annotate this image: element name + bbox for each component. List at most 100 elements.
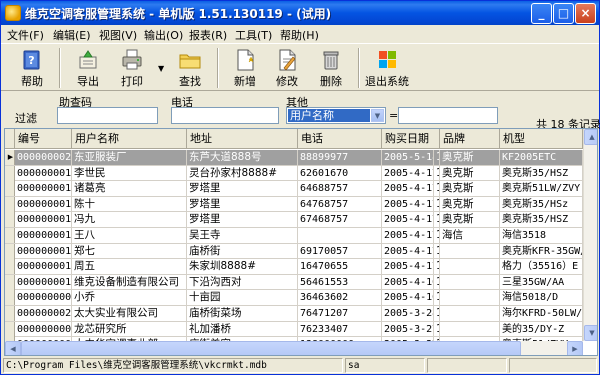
scroll-left-icon[interactable]: ◀ <box>5 341 21 355</box>
exit-button[interactable]: 退出系统 <box>361 46 413 90</box>
column-header-name[interactable]: 用户名称 <box>72 129 187 149</box>
cell-brand[interactable] <box>440 305 500 321</box>
row-indicator[interactable] <box>5 290 15 306</box>
cell-phone[interactable]: 64768757 <box>298 196 382 212</box>
cell-address[interactable]: 朱家圳8888# <box>187 259 298 275</box>
other-field-select[interactable]: 用户名称 ▼ <box>286 107 386 124</box>
edit-button[interactable]: 修改 <box>264 46 310 90</box>
cell-phone[interactable]: 76471207 <box>298 305 382 321</box>
cell-brand[interactable]: 奥克斯 <box>440 150 500 165</box>
cell-brand[interactable] <box>440 290 500 306</box>
column-header-phone[interactable]: 电话 <box>298 129 382 149</box>
maximize-button[interactable]: □ <box>553 3 574 24</box>
row-indicator[interactable] <box>5 274 15 290</box>
cell-date[interactable]: 2005-4-17 <box>382 243 434 259</box>
cell-id[interactable]: 0000000014 <box>15 243 72 259</box>
table-row[interactable]: 0000000014郑七庙桥街691700572005-4-171奥克斯KFR-… <box>5 243 583 260</box>
row-indicator[interactable] <box>5 181 15 197</box>
column-header-purchase-date[interactable]: 购买日期 <box>382 129 440 149</box>
cell-model[interactable]: 格力（35516）E <box>500 259 583 275</box>
cell-name[interactable]: 维克设备制造有限公司 <box>72 274 187 290</box>
cell-id[interactable]: 0000000022 <box>15 305 72 321</box>
cell-name[interactable]: 小乔 <box>72 290 187 306</box>
add-button[interactable]: 新增 <box>222 46 268 90</box>
current-row-pointer-icon[interactable]: ▶ <box>5 150 15 165</box>
cell-model[interactable]: 美的35/DY-Z <box>500 321 583 337</box>
cell-address[interactable]: 礼加潘桥 <box>187 321 298 337</box>
menu-file[interactable]: 文件(F) <box>7 27 44 43</box>
cell-name[interactable]: 诸葛亮 <box>72 181 187 197</box>
cell-model[interactable]: 奥克斯51LW/ZVY <box>500 181 583 197</box>
cell-id[interactable]: 0000000017 <box>15 196 72 212</box>
menu-tools[interactable]: 工具(T) <box>235 27 272 43</box>
cell-phone[interactable]: 76233407 <box>298 321 382 337</box>
cell-model[interactable]: KF2005ETC <box>500 150 583 165</box>
row-indicator[interactable] <box>5 227 15 243</box>
cell-model[interactable]: 海尔KFRD-50LW/Z <box>500 305 583 321</box>
cell-date[interactable]: 2005-4-17 <box>382 212 434 228</box>
cell-model[interactable]: 三星35GW/AA <box>500 274 583 290</box>
row-indicator[interactable] <box>5 305 15 321</box>
cell-phone[interactable]: 36463602 <box>298 290 382 306</box>
scroll-right-icon[interactable]: ▶ <box>567 341 583 355</box>
cell-brand[interactable]: 奥克斯 <box>440 212 500 228</box>
print-dropdown-arrow-icon[interactable]: ▼ <box>158 64 164 73</box>
cell-phone[interactable]: 56461553 <box>298 274 382 290</box>
cell-name[interactable]: 龙芯研究所 <box>72 321 187 337</box>
cell-phone[interactable] <box>298 227 382 243</box>
cell-date[interactable]: 2005-3-27 <box>382 321 434 337</box>
cell-name[interactable]: 陈十 <box>72 196 187 212</box>
horizontal-scrollbar[interactable]: ◀ ▶ <box>5 341 583 355</box>
cell-id[interactable]: 0000000020 <box>15 150 72 165</box>
delete-button[interactable]: 删除 <box>308 46 354 90</box>
cell-phone[interactable]: 16470655 <box>298 259 382 275</box>
cell-brand[interactable]: 奥克斯 <box>440 181 500 197</box>
scroll-down-icon[interactable]: ▼ <box>584 325 597 341</box>
cell-date[interactable]: 2005-3-28 <box>382 305 434 321</box>
cell-address[interactable]: 罗塔里 <box>187 196 298 212</box>
horizontal-scroll-thumb[interactable] <box>21 341 521 355</box>
cell-name[interactable]: 郑七 <box>72 243 187 259</box>
cell-id[interactable]: 0000000019 <box>15 165 72 181</box>
vertical-scrollbar[interactable]: ▲ ▼ <box>583 129 597 341</box>
menu-view[interactable]: 视图(V) <box>99 27 137 43</box>
cell-id[interactable]: 0000000015 <box>15 227 72 243</box>
cell-brand[interactable] <box>440 274 500 290</box>
close-button[interactable]: × <box>575 3 596 24</box>
cell-address[interactable]: 庙桥街菜场 <box>187 305 298 321</box>
cell-address[interactable]: 下沿沟西对 <box>187 274 298 290</box>
help-button[interactable]: ? 帮助 <box>9 46 55 90</box>
cell-brand[interactable]: 奥克斯 <box>440 196 500 212</box>
title-bar[interactable]: 维克空调客服管理系统 - 单机版 1.51.130119 - (试用) _ □ … <box>1 1 599 25</box>
table-row[interactable]: 0000000022 太大实业有限公司 庙桥街菜场 76471207 2005-3-28… <box>5 305 583 322</box>
cell-id[interactable]: 0000000009 <box>15 290 72 306</box>
cell-name[interactable]: 太大实业有限公司 <box>72 305 187 321</box>
cell-date[interactable]: 2005-4-10 <box>382 274 434 290</box>
table-row[interactable]: 0000000017陈十罗塔里647687572005-4-171奥克斯奥克斯3… <box>5 196 583 213</box>
cell-name[interactable]: 东亚服装厂 <box>72 150 187 165</box>
cell-address[interactable]: 庙桥街 <box>187 243 298 259</box>
cell-model[interactable]: 奥克斯35/HSz <box>500 196 583 212</box>
column-header-address[interactable]: 地址 <box>187 129 298 149</box>
cell-address[interactable]: 罗塔里 <box>187 181 298 197</box>
cell-address[interactable]: 吴王寺 <box>187 227 298 243</box>
scroll-up-icon[interactable]: ▲ <box>584 129 597 145</box>
column-header-model[interactable]: 机型 <box>500 129 583 149</box>
cell-name[interactable]: 王八 <box>72 227 187 243</box>
other-value-input[interactable] <box>398 107 498 124</box>
menu-edit[interactable]: 编辑(E) <box>53 27 91 43</box>
row-indicator[interactable] <box>5 321 15 337</box>
app-icon[interactable] <box>5 5 21 21</box>
menu-help[interactable]: 帮助(H) <box>280 27 319 43</box>
chevron-down-icon[interactable]: ▼ <box>371 109 384 122</box>
menu-report[interactable]: 报表(R) <box>189 27 227 43</box>
cell-date[interactable]: 2005-4-17 <box>382 227 434 243</box>
cell-model[interactable]: 奥克斯KFR-35GW/H <box>500 243 583 259</box>
print-button[interactable]: 打印 <box>109 46 155 90</box>
cell-phone[interactable]: 67468757 <box>298 212 382 228</box>
table-row[interactable]: 0000000019 李世民 灵台孙家村8888# 62601670 2005-4-17… <box>5 165 583 182</box>
cell-address[interactable]: 十亩园 <box>187 290 298 306</box>
cell-date[interactable]: 2005-4-17 <box>382 165 434 181</box>
cell-address[interactable]: 灵台孙家村8888# <box>187 165 298 181</box>
cell-date[interactable]: 2005-4-10 <box>382 290 434 306</box>
